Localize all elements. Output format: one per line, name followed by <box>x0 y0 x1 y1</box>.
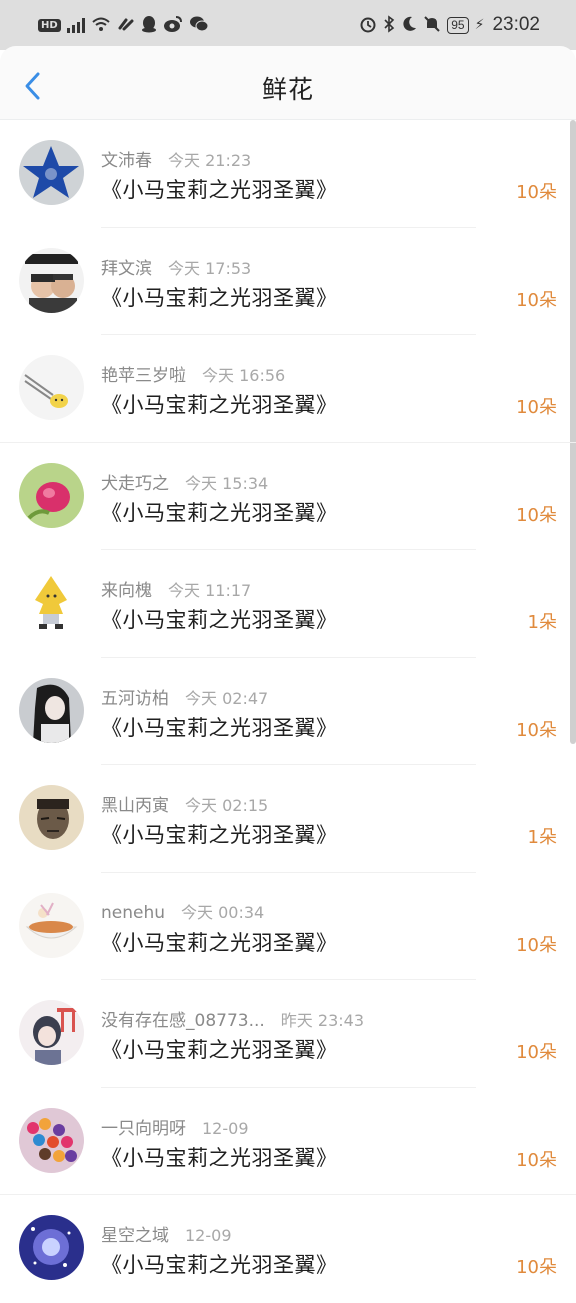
flower-count: 1朵 <box>527 827 557 848</box>
flower-count: 10朵 <box>516 182 557 203</box>
timestamp: 今天 16:56 <box>202 366 286 385</box>
user-name: 犬走巧之 <box>101 473 169 494</box>
list-item[interactable]: 黑山丙寅 今天 02:15 《小马宝莉之光羽圣翼》 1朵 <box>0 765 576 873</box>
moon-icon <box>401 16 417 35</box>
flower-count: 10朵 <box>516 719 557 741</box>
hd-icon: HD <box>38 18 61 32</box>
book-title: 《小马宝莉之光羽圣翼》 <box>101 608 338 632</box>
timestamp: 今天 21:23 <box>168 151 252 170</box>
list-item[interactable]: 拜文滨 今天 17:53 《小马宝莉之光羽圣翼》 10朵 <box>0 228 576 335</box>
timestamp: 今天 15:34 <box>185 473 269 493</box>
avatar[interactable] <box>19 355 84 420</box>
avatar[interactable] <box>19 1107 84 1173</box>
avatar[interactable] <box>19 785 84 850</box>
book-title: 《小马宝莉之光羽圣翼》 <box>101 930 338 955</box>
qq-icon <box>141 15 157 36</box>
list-item[interactable]: 犬走巧之 今天 15:34 《小马宝莉之光羽圣翼》 10朵 <box>0 443 576 550</box>
avatar[interactable] <box>19 140 84 205</box>
flower-count: 10朵 <box>516 1257 557 1278</box>
list-item[interactable]: 一只向明呀 12-09 《小马宝莉之光羽圣翼》 10朵 <box>0 1088 576 1195</box>
list-item[interactable]: 没有存在感_08773... 昨天 23:43 《小马宝莉之光羽圣翼》 10朵 <box>0 980 576 1088</box>
clock: 23:02 <box>492 14 540 35</box>
book-title: 《小马宝莉之光羽圣翼》 <box>101 823 338 847</box>
link-icon <box>117 16 135 35</box>
list-item[interactable]: 五河访柏 今天 02:47 《小马宝莉之光羽圣翼》 10朵 <box>0 658 576 765</box>
user-name: 星空之域 <box>101 1226 169 1246</box>
avatar[interactable] <box>19 1000 84 1065</box>
timestamp: 今天 00:34 <box>181 902 265 922</box>
user-name: nenehu <box>101 902 166 923</box>
timestamp: 12-09 <box>202 1118 249 1138</box>
timestamp: 昨天 23:43 <box>280 1011 364 1030</box>
battery-indicator: 95 <box>447 16 469 34</box>
user-name: 五河访柏 <box>101 688 169 709</box>
timestamp: 今天 02:15 <box>185 796 269 815</box>
timestamp: 今天 11:17 <box>168 581 252 600</box>
avatar[interactable] <box>19 462 84 528</box>
user-name: 一只向明呀 <box>101 1118 186 1139</box>
flower-list: 文沛春 今天 21:23 《小马宝莉之光羽圣翼》 10朵 拜文滨 今天 17:53 … <box>0 120 576 1303</box>
timestamp: 12-09 <box>185 1226 232 1245</box>
user-name: 艳苹三岁啦 <box>101 366 186 386</box>
wechat-icon <box>189 15 209 36</box>
user-name: 文沛春 <box>101 151 152 171</box>
flower-count: 10朵 <box>516 397 557 418</box>
timestamp: 今天 02:47 <box>185 688 269 708</box>
book-title: 《小马宝莉之光羽圣翼》 <box>101 500 338 525</box>
book-title: 《小马宝莉之光羽圣翼》 <box>101 1145 338 1170</box>
flower-count: 10朵 <box>516 504 557 526</box>
page-header: 鲜花 <box>0 46 576 120</box>
weibo-icon <box>163 15 183 36</box>
list-item[interactable]: 文沛春 今天 21:23 《小马宝莉之光羽圣翼》 10朵 <box>0 120 576 228</box>
alarm-icon <box>359 15 377 36</box>
avatar[interactable] <box>19 892 84 958</box>
flower-count: 10朵 <box>516 934 557 956</box>
timestamp: 今天 17:53 <box>168 258 252 278</box>
list-item[interactable]: nenehu 今天 00:34 《小马宝莉之光羽圣翼》 10朵 <box>0 873 576 980</box>
flower-count: 1朵 <box>527 612 557 633</box>
avatar[interactable] <box>19 1215 84 1280</box>
6g-wifi-icon <box>91 16 111 35</box>
5g-signal-icon <box>66 17 85 33</box>
bluetooth-icon <box>383 14 395 36</box>
flower-count: 10朵 <box>516 1042 557 1063</box>
mute-icon <box>423 15 441 36</box>
page-title: 鲜花 <box>261 75 314 104</box>
list-item[interactable]: 来向槐 今天 11:17 《小马宝莉之光羽圣翼》 1朵 <box>0 550 576 658</box>
list-item[interactable]: 艳苹三岁啦 今天 16:56 《小马宝莉之光羽圣翼》 10朵 <box>0 335 576 443</box>
user-name: 来向槐 <box>101 581 152 601</box>
avatar[interactable] <box>19 677 84 743</box>
charging-icon: ⚡ <box>474 17 485 33</box>
flower-count: 10朵 <box>516 289 557 311</box>
avatar[interactable] <box>19 570 84 635</box>
book-title: 《小马宝莉之光羽圣翼》 <box>101 178 338 202</box>
book-title: 《小马宝莉之光羽圣翼》 <box>101 1038 338 1062</box>
avatar[interactable] <box>19 247 84 313</box>
book-title: 《小马宝莉之光羽圣翼》 <box>101 285 338 310</box>
status-bar: HD 95 ⚡ 23:02 <box>0 0 576 50</box>
flower-count: 10朵 <box>516 1149 557 1171</box>
book-title: 《小马宝莉之光羽圣翼》 <box>101 393 338 417</box>
user-name: 没有存在感_08773... <box>101 1011 265 1031</box>
book-title: 《小马宝莉之光羽圣翼》 <box>101 715 338 740</box>
list-item[interactable]: 星空之域 12-09 《小马宝莉之光羽圣翼》 10朵 <box>0 1195 576 1303</box>
user-name: 拜文滨 <box>101 258 152 279</box>
user-name: 黑山丙寅 <box>101 796 169 816</box>
book-title: 《小马宝莉之光羽圣翼》 <box>101 1253 338 1277</box>
